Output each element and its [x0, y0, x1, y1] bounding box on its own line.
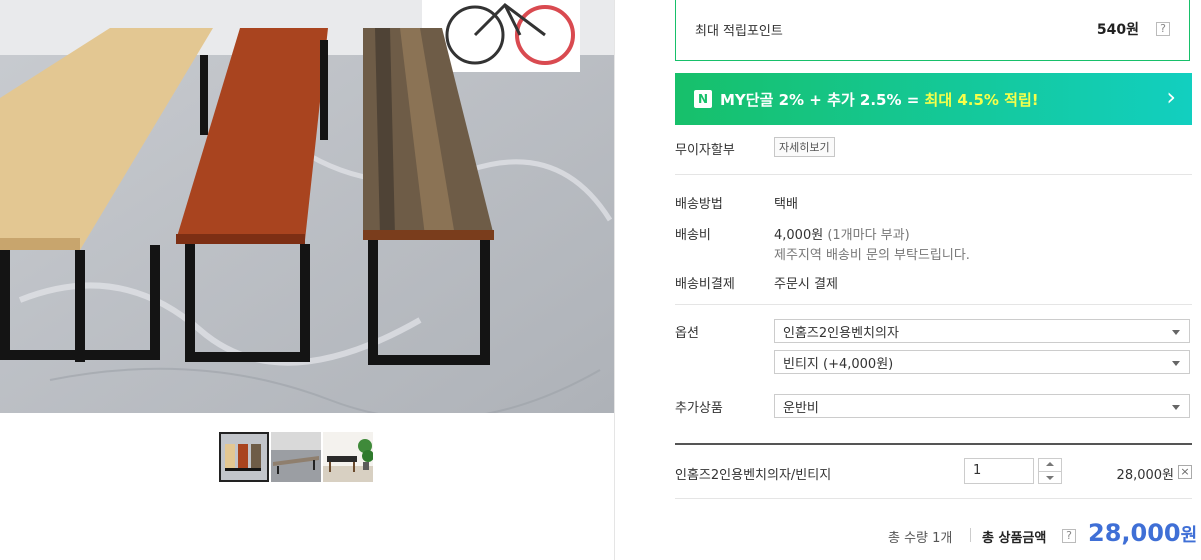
quantity-increase-button[interactable]: [1039, 459, 1061, 472]
shipping-fee-row: 4,000원 (1개마다 부과): [774, 224, 910, 243]
caret-down-icon: [1172, 330, 1180, 335]
points-help-icon[interactable]: ?: [1156, 22, 1170, 36]
shipping-payment-value: 주문시 결제: [774, 277, 838, 292]
shipping-method-value: 택배: [774, 197, 798, 212]
divider-line: [675, 174, 1192, 175]
selected-item-price: 28,000원: [1116, 468, 1174, 483]
remove-item-icon[interactable]: ×: [1178, 465, 1192, 479]
thumbnail-3[interactable]: [323, 432, 373, 482]
thumbnail-1-image: [221, 434, 267, 480]
shipping-method-label: 배송방법: [675, 197, 723, 212]
points-label: 최대 적립포인트: [695, 24, 783, 39]
option-select-1[interactable]: 인홈즈2인용벤치의자: [774, 319, 1190, 343]
option-select-2-value: 빈티지 (+4,000원): [783, 357, 894, 372]
total-quantity: 총 수량 1개: [888, 531, 953, 546]
caret-up-icon: [1046, 462, 1054, 466]
points-value: 540원: [1096, 22, 1139, 38]
shipping-fee-label: 배송비: [675, 228, 711, 243]
quantity-input[interactable]: 1: [964, 458, 1034, 484]
divider-line: [675, 498, 1192, 499]
quantity-decrease-button[interactable]: [1039, 472, 1061, 483]
quantity-stepper: [1038, 458, 1062, 484]
total-separator: [970, 528, 971, 542]
total-amount-value: 28,000: [1088, 519, 1181, 547]
caret-down-icon: [1046, 476, 1054, 480]
extra-product-select-value: 운반비: [783, 401, 819, 416]
shipping-fee-value: 4,000원: [774, 228, 824, 243]
naver-banner-highlight: 최대 4.5% 적립!: [924, 91, 1039, 109]
thumbnail-1[interactable]: [219, 432, 269, 482]
caret-down-icon: [1172, 361, 1180, 366]
extra-product-label: 추가상품: [675, 401, 723, 416]
option-label: 옵션: [675, 326, 699, 341]
thumbnail-2[interactable]: [271, 432, 321, 482]
points-box: 최대 적립포인트 540원 ?: [675, 0, 1190, 61]
shipping-fee-extra: 제주지역 배송비 문의 부탁드립니다.: [774, 248, 970, 263]
naver-banner-text: MY단골 2% + 추가 2.5% = 최대 4.5% 적립!: [720, 89, 1039, 110]
selected-item-name: 인홈즈2인용벤치의자/빈티지: [675, 468, 832, 483]
naver-banner-prefix: MY단골 2% + 추가 2.5% =: [720, 91, 925, 109]
thumbnail-2-image: [271, 432, 321, 482]
option-select-2[interactable]: 빈티지 (+4,000원): [774, 350, 1190, 374]
naver-n-icon: N: [694, 90, 712, 108]
thumbnail-3-image: [323, 432, 373, 482]
installment-label: 무이자할부: [675, 143, 735, 158]
naver-benefit-banner[interactable]: N MY단골 2% + 추가 2.5% = 최대 4.5% 적립! ›: [675, 73, 1192, 125]
total-amount-unit: 원: [1180, 525, 1198, 546]
caret-down-icon: [1172, 405, 1180, 410]
extra-product-select[interactable]: 운반비: [774, 394, 1190, 418]
section-divider-dark: [675, 443, 1192, 445]
total-amount-label: 총 상품금액: [982, 531, 1047, 546]
option-select-1-value: 인홈즈2인용벤치의자: [783, 326, 899, 341]
total-help-icon[interactable]: ?: [1062, 529, 1076, 543]
divider-line: [675, 304, 1192, 305]
chevron-right-icon: ›: [1166, 83, 1176, 111]
total-amount: 28,000원: [1088, 519, 1197, 547]
shipping-fee-note: (1개마다 부과): [827, 228, 910, 243]
installment-detail-button[interactable]: 자세히보기: [774, 137, 835, 157]
shipping-payment-label: 배송비결제: [675, 277, 735, 292]
panel-divider: [614, 0, 615, 560]
product-main-image: [0, 0, 614, 413]
